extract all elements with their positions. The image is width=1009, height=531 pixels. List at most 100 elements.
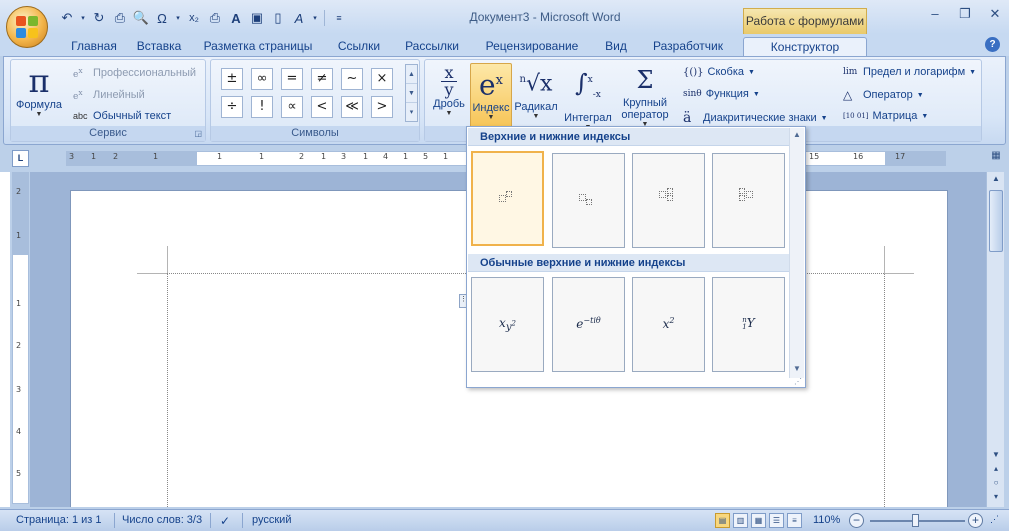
close-button[interactable]: ✕: [987, 6, 1003, 22]
radical-button[interactable]: n√x Радикал ▼: [513, 63, 559, 120]
scroll-down-icon[interactable]: ▼: [989, 450, 1003, 464]
template-x-squared[interactable]: x2: [632, 277, 705, 372]
tab-developer[interactable]: Разработчик: [642, 37, 734, 56]
scroll-down-icon[interactable]: ▼: [793, 364, 801, 373]
zoom-slider-thumb[interactable]: [912, 514, 919, 527]
formula-button[interactable]: π Формула ▼: [14, 63, 64, 118]
tab-references[interactable]: Ссылки: [328, 37, 390, 56]
symbol-less-than[interactable]: <: [311, 96, 333, 118]
outline-view-icon[interactable]: ☰: [769, 513, 784, 528]
save-icon[interactable]: ▣: [248, 9, 266, 27]
professional-button[interactable]: ex Профессиональный: [73, 66, 196, 80]
symbol-not-equal[interactable]: ≠: [311, 68, 333, 90]
symbol-dropdown-icon[interactable]: ▾: [174, 9, 182, 27]
symbol-factorial[interactable]: !: [251, 96, 273, 118]
tab-home[interactable]: Главная: [58, 37, 130, 56]
template-left-subsup[interactable]: [712, 153, 785, 248]
tab-insert[interactable]: Вставка: [130, 37, 188, 56]
plain-text-button[interactable]: abc Обычный текст: [73, 110, 171, 122]
customize-qat-icon[interactable]: ≡: [330, 9, 348, 27]
tab-review[interactable]: Рецензирование: [474, 37, 590, 56]
draft-view-icon[interactable]: ≡: [787, 513, 802, 528]
function-button[interactable]: sinθ Функция ▼: [683, 88, 760, 100]
zoom-level[interactable]: 110%: [813, 514, 840, 526]
undo-icon[interactable]: ↶: [58, 9, 76, 27]
symbol-greater-than[interactable]: >: [371, 96, 393, 118]
template-superscript[interactable]: [471, 151, 544, 246]
resize-grip-icon[interactable]: ⋰: [794, 377, 802, 386]
symbol-omega-icon[interactable]: Ω: [153, 9, 171, 27]
full-screen-reading-icon[interactable]: ▥: [733, 513, 748, 528]
vertical-scrollbar[interactable]: ▲ ▼ ▴ ○ ▾: [986, 172, 1004, 507]
minimize-button[interactable]: –: [927, 6, 943, 22]
redo-icon[interactable]: ↻: [90, 9, 108, 27]
tab-selector[interactable]: L: [12, 150, 29, 167]
spell-check-icon[interactable]: ✓: [220, 514, 230, 528]
gallery-scrollbar[interactable]: ▲ ▼: [789, 128, 804, 378]
select-browse-object-icon[interactable]: ○: [989, 478, 1003, 492]
symbol-plus-minus[interactable]: ±: [221, 68, 243, 90]
subscript-icon[interactable]: x₂: [185, 9, 203, 27]
tab-design[interactable]: Конструктор: [743, 37, 867, 56]
symbol-much-less[interactable]: ≪: [341, 96, 363, 118]
tab-view[interactable]: Вид: [596, 37, 636, 56]
view-ruler-icon[interactable]: ▦: [988, 150, 1004, 167]
dialog-launcher-icon[interactable]: ◲: [194, 129, 202, 138]
scroll-thumb[interactable]: [989, 190, 1003, 252]
template-e-power[interactable]: e−tiθ: [552, 277, 625, 372]
scroll-up-icon[interactable]: ▲: [989, 174, 1003, 188]
new-document-icon[interactable]: ▯: [269, 9, 287, 27]
next-page-icon[interactable]: ▾: [989, 492, 1003, 506]
symbol-equals[interactable]: =: [281, 68, 303, 90]
template-subscript[interactable]: [552, 153, 625, 248]
matrix-button[interactable]: [10 01] Матрица ▼: [843, 110, 928, 122]
gallery-more-icon[interactable]: ▾: [406, 103, 417, 122]
integral-button[interactable]: ∫x-x Интеграл ▼: [561, 63, 615, 131]
quick-print-icon[interactable]: ⎙: [206, 9, 224, 27]
zoom-in-button[interactable]: +: [968, 513, 983, 528]
tab-mailings[interactable]: Рассылки: [398, 37, 466, 56]
function-label: Функция: [705, 88, 749, 100]
symbol-gallery-scroll[interactable]: ▲ ▼ ▾: [405, 64, 418, 122]
text-effect-dropdown-icon[interactable]: ▾: [311, 9, 319, 27]
matrix-icon: [10 01]: [843, 112, 869, 120]
template-subsup[interactable]: [632, 153, 705, 248]
large-operator-button[interactable]: Σ Крупный оператор ▼: [617, 63, 673, 128]
undo-dropdown-icon[interactable]: ▾: [79, 9, 87, 27]
bracket-button[interactable]: {()} Скобка ▼: [683, 66, 755, 78]
linear-button[interactable]: ex Линейный: [73, 88, 145, 102]
symbol-proportional[interactable]: ∝: [281, 96, 303, 118]
web-layout-icon[interactable]: ▦: [751, 513, 766, 528]
print-icon[interactable]: ⎙: [111, 9, 129, 27]
print-layout-view-icon[interactable]: ▤: [715, 513, 730, 528]
symbol-times[interactable]: ×: [371, 68, 393, 90]
symbol-tilde[interactable]: ~: [341, 68, 363, 90]
symbol-divide[interactable]: ÷: [221, 96, 243, 118]
scroll-up-icon[interactable]: ▲: [406, 65, 417, 84]
font-color-icon[interactable]: A: [227, 9, 245, 27]
text-effect-icon[interactable]: A: [290, 9, 308, 27]
template-prescript-y[interactable]: n1Y: [712, 277, 785, 372]
operator-button[interactable]: △ Оператор ▼: [843, 88, 924, 102]
template-x-sub-y-squared[interactable]: xy2: [471, 277, 544, 372]
print-preview-icon[interactable]: 🔍: [132, 9, 150, 27]
limit-button[interactable]: lim Предел и логарифм ▼: [843, 66, 976, 78]
language[interactable]: русский: [252, 514, 291, 526]
page-count[interactable]: Страница: 1 из 1: [16, 514, 102, 526]
word-count[interactable]: Число слов: 3/3: [122, 514, 202, 526]
index-button[interactable]: ex Индекс ▼: [470, 63, 512, 129]
office-button[interactable]: [6, 6, 48, 48]
bracket-icon: {()}: [683, 66, 704, 78]
vertical-ruler[interactable]: 2 1 1 2 3 4 5: [12, 172, 29, 504]
zoom-out-button[interactable]: −: [849, 513, 864, 528]
fraction-button[interactable]: xy Дробь ▼: [429, 63, 469, 118]
scroll-down-icon[interactable]: ▼: [406, 84, 417, 103]
tab-page-layout[interactable]: Разметка страницы: [196, 37, 320, 56]
previous-page-icon[interactable]: ▴: [989, 464, 1003, 478]
restore-button[interactable]: ❐: [957, 6, 973, 22]
accent-button[interactable]: ä Диакритические знаки ▼: [683, 110, 828, 126]
symbol-infinity[interactable]: ∞: [251, 68, 273, 90]
resize-grip-icon[interactable]: ⋰: [990, 514, 999, 525]
scroll-up-icon[interactable]: ▲: [793, 130, 801, 139]
help-icon[interactable]: ?: [985, 37, 1000, 52]
